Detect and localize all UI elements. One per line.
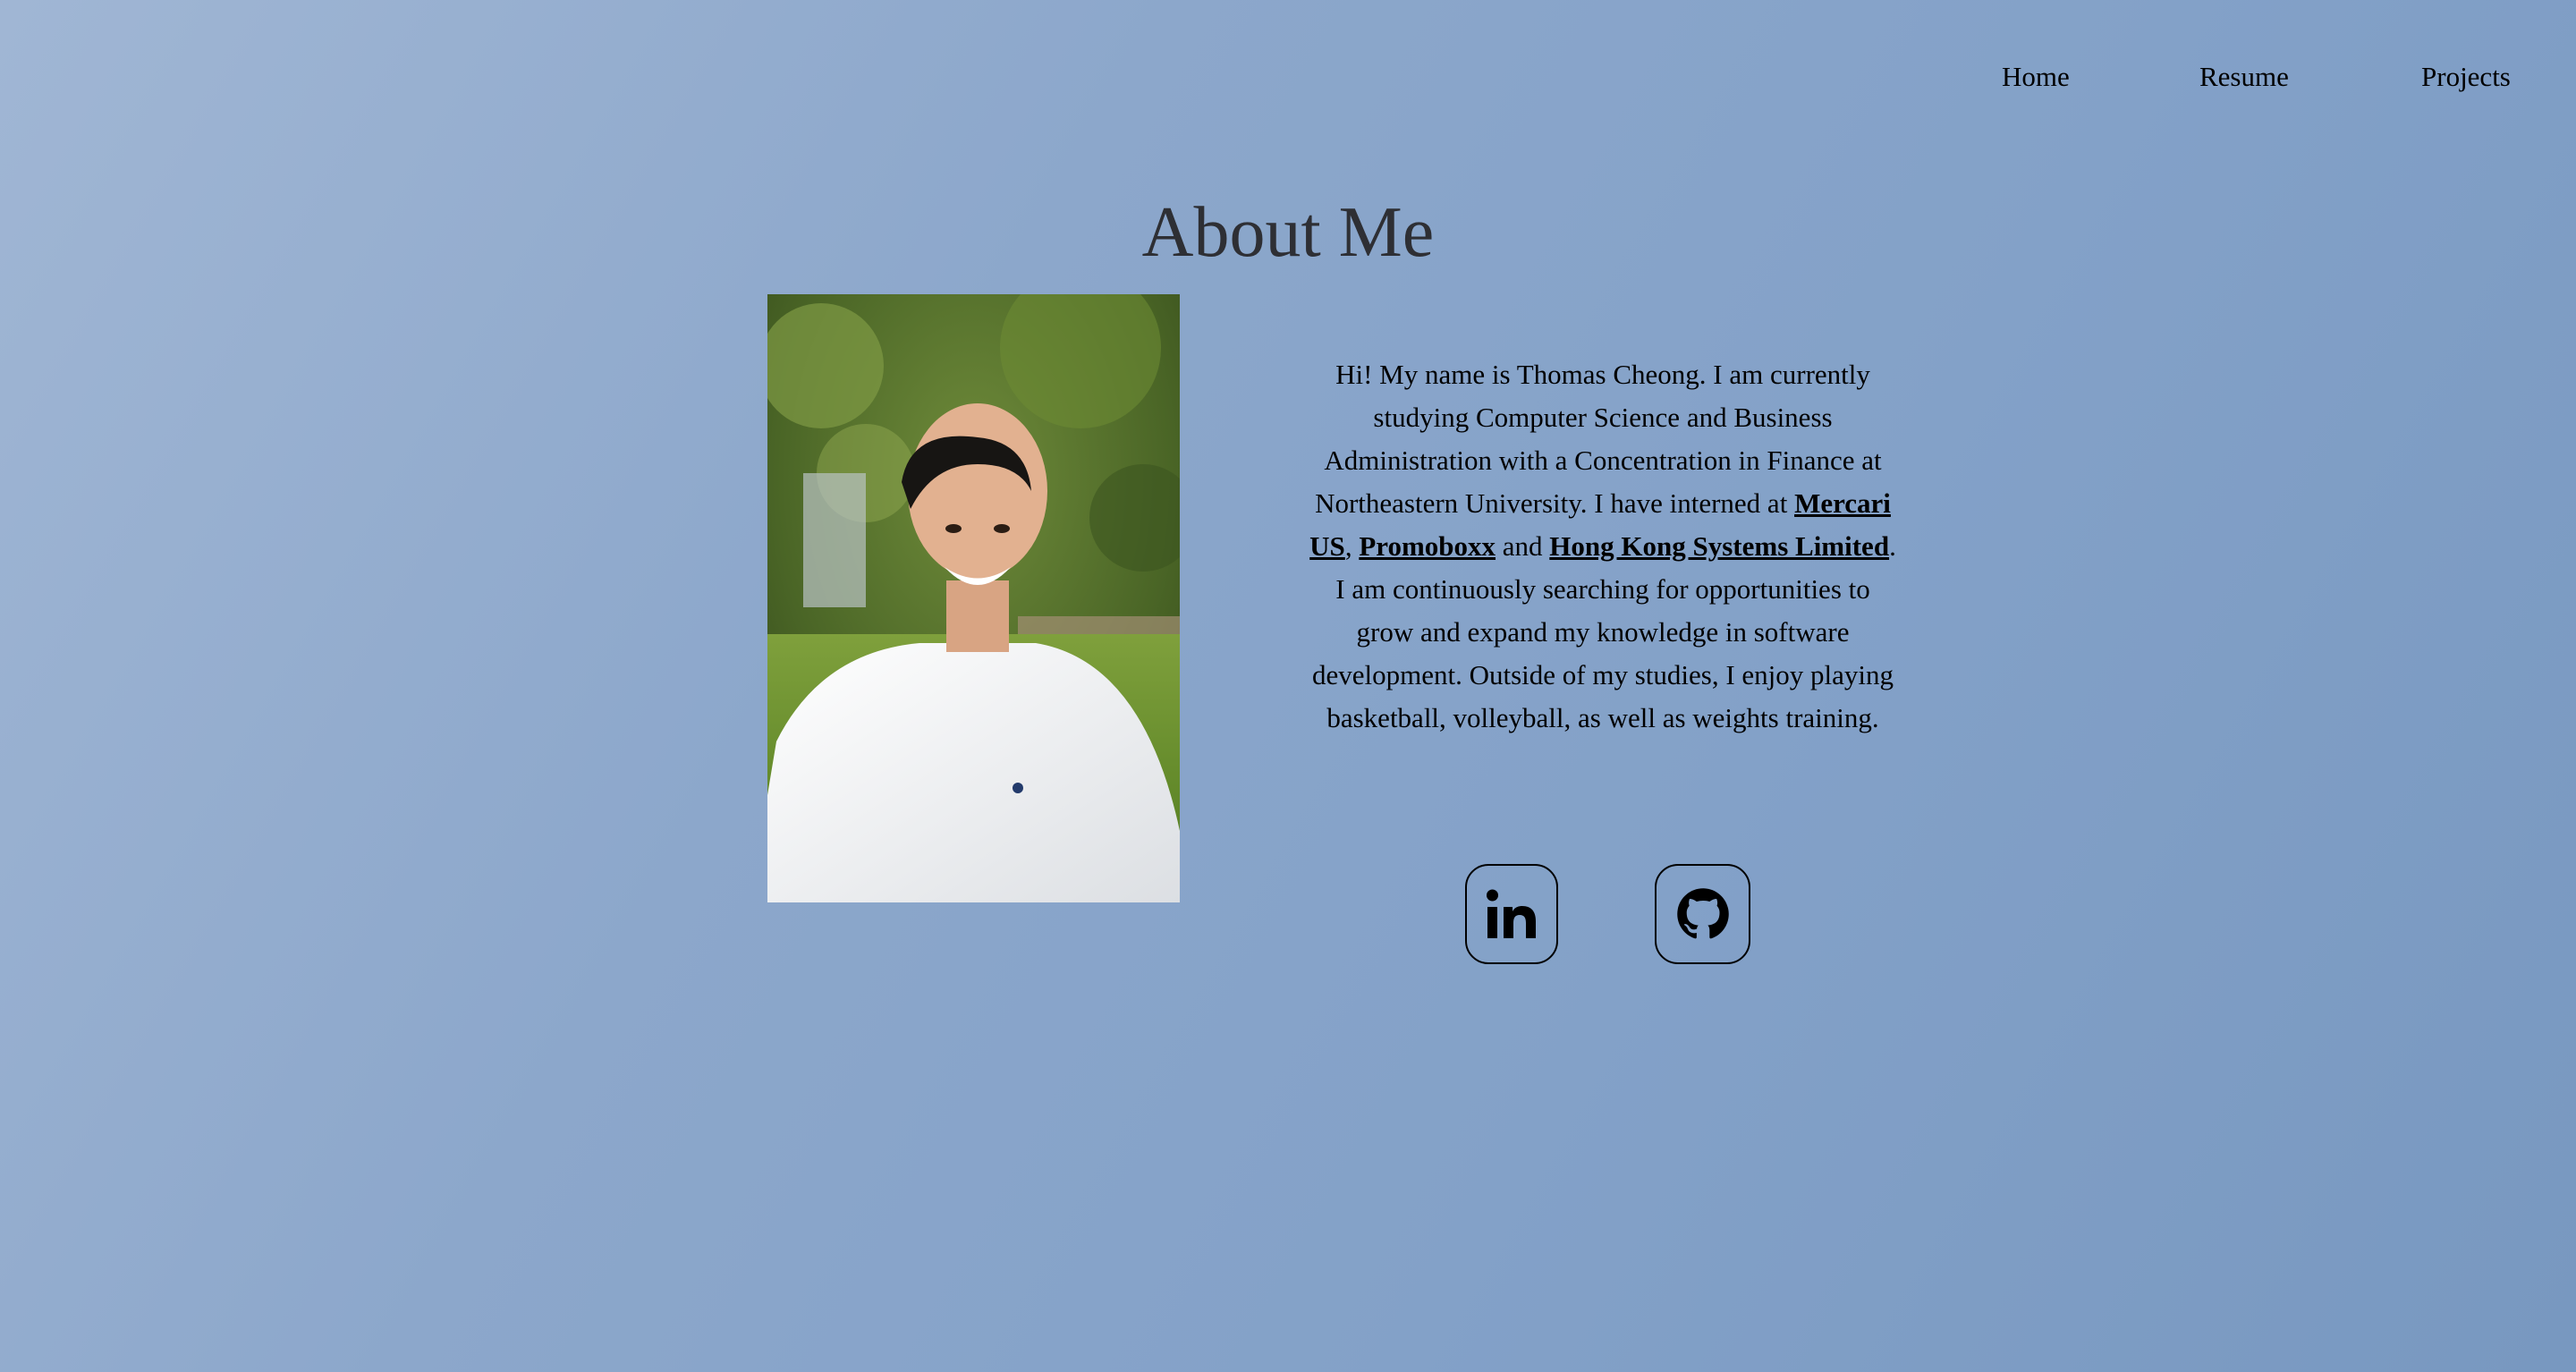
- bio-separator: and: [1496, 530, 1550, 562]
- bio-paragraph: Hi! My name is Thomas Cheong. I am curre…: [1308, 353, 1898, 740]
- linkedin-icon: [1487, 889, 1536, 938]
- linkedin-button[interactable]: [1465, 864, 1558, 964]
- promoboxx-link[interactable]: Promoboxx: [1359, 530, 1496, 562]
- nav-projects-link[interactable]: Projects: [2421, 57, 2511, 97]
- github-button[interactable]: [1655, 864, 1750, 964]
- github-icon: [1676, 888, 1729, 939]
- top-nav: Home Resume Projects: [0, 57, 2576, 97]
- profile-photo: [767, 294, 1180, 902]
- nav-resume-link[interactable]: Resume: [2199, 57, 2289, 97]
- nav-home-link[interactable]: Home: [2002, 57, 2070, 97]
- page-title: About Me: [1141, 193, 1435, 272]
- bio-separator: ,: [1344, 530, 1360, 562]
- hong-kong-systems-link[interactable]: Hong Kong Systems Limited: [1549, 530, 1889, 562]
